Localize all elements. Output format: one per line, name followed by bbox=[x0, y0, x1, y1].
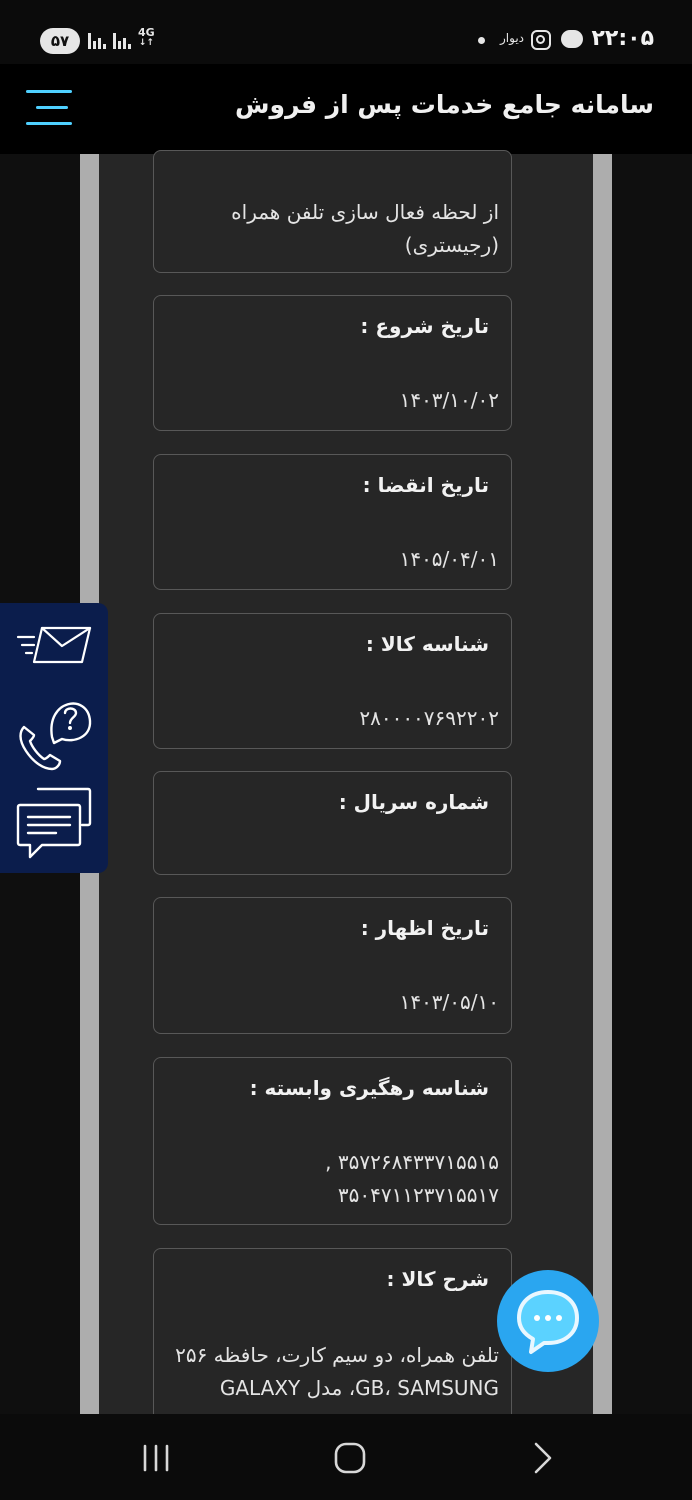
mail-icon[interactable] bbox=[16, 625, 92, 665]
product-id-card: شناسه کالا : ۲۸۰۰۰۰۷۶۹۲۲۰۲ bbox=[153, 613, 512, 749]
notification-dot-icon bbox=[478, 37, 485, 44]
data-arrows-icon: ↓↑ bbox=[138, 38, 154, 48]
warranty-start-value: از لحظه فعال سازی تلفن همراه (رجیستری) bbox=[231, 200, 499, 257]
signal-strength-icon bbox=[88, 31, 106, 49]
tracking-ids-card: شناسه رهگیری وابسته : ۳۵۷۲۶۸۴۳۳۷۱۵۵۱۵ , … bbox=[153, 1057, 512, 1225]
expiry-date-card: تاریخ انقضا : ۱۴۰۵/۰۴/۰۱ bbox=[153, 454, 512, 590]
start-date-card: تاریخ شروع : ۱۴۰۳/۱۰/۰۲ bbox=[153, 295, 512, 431]
serial-number-label: شماره سریال : bbox=[338, 790, 489, 814]
tracking-ids-label: شناسه رهگیری وابسته : bbox=[249, 1076, 489, 1100]
description-label: شرح کالا : bbox=[386, 1267, 489, 1291]
page-title: سامانه جامع خدمات پس از فروش bbox=[235, 90, 654, 119]
status-bar: ۵۷ 4G ↓↑ دیوار ۲۲:۰۵ bbox=[0, 0, 692, 64]
message-notification-icon bbox=[561, 30, 583, 48]
hamburger-menu-icon[interactable] bbox=[26, 89, 72, 127]
serial-number-card: شماره سریال : bbox=[153, 771, 512, 875]
battery-indicator: ۵۷ bbox=[40, 28, 80, 54]
declaration-date-label: تاریخ اظهار : bbox=[360, 916, 489, 940]
start-date-value: ۱۴۰۳/۱۰/۰۲ bbox=[399, 388, 499, 412]
network-type: 4G ↓↑ bbox=[138, 26, 155, 48]
warranty-start-card: از لحظه فعال سازی تلفن همراه (رجیستری) bbox=[153, 150, 512, 273]
divar-notification: دیوار bbox=[500, 31, 525, 45]
start-date-label: تاریخ شروع : bbox=[360, 314, 489, 338]
product-id-value: ۲۸۰۰۰۰۷۶۹۲۲۰۲ bbox=[359, 706, 499, 730]
chat-fab-button[interactable] bbox=[497, 1270, 599, 1372]
home-icon[interactable] bbox=[333, 1441, 367, 1475]
tracking-ids-value: ۳۵۷۲۶۸۴۳۳۷۱۵۵۱۵ , ۳۵۰۴۷۱۱۲۳۷۱۵۵۱۷ bbox=[325, 1150, 499, 1207]
contact-side-panel bbox=[0, 603, 108, 873]
chat-messages-icon[interactable] bbox=[16, 787, 92, 861]
chat-bubble-icon bbox=[517, 1290, 579, 1354]
declaration-date-card: تاریخ اظهار : ۱۴۰۳/۰۵/۱۰ bbox=[153, 897, 512, 1034]
signal-strength-icon-2 bbox=[113, 31, 131, 49]
system-nav-bar bbox=[0, 1414, 692, 1500]
clock: ۲۲:۰۵ bbox=[591, 26, 654, 51]
app-header: سامانه جامع خدمات پس از فروش bbox=[0, 64, 692, 154]
expiry-date-label: تاریخ انقضا : bbox=[362, 473, 489, 497]
product-id-label: شناسه کالا : bbox=[365, 632, 489, 656]
expiry-date-value: ۱۴۰۵/۰۴/۰۱ bbox=[399, 547, 499, 571]
description-value: تلفن همراه، دو سیم کارت، حافظه ۲۵۶ GB، S… bbox=[175, 1343, 499, 1400]
instagram-icon bbox=[531, 30, 551, 50]
recent-apps-icon[interactable] bbox=[140, 1442, 172, 1474]
phone-support-icon[interactable] bbox=[16, 697, 92, 773]
declaration-date-value: ۱۴۰۳/۰۵/۱۰ bbox=[399, 990, 499, 1014]
back-icon[interactable] bbox=[528, 1440, 558, 1476]
